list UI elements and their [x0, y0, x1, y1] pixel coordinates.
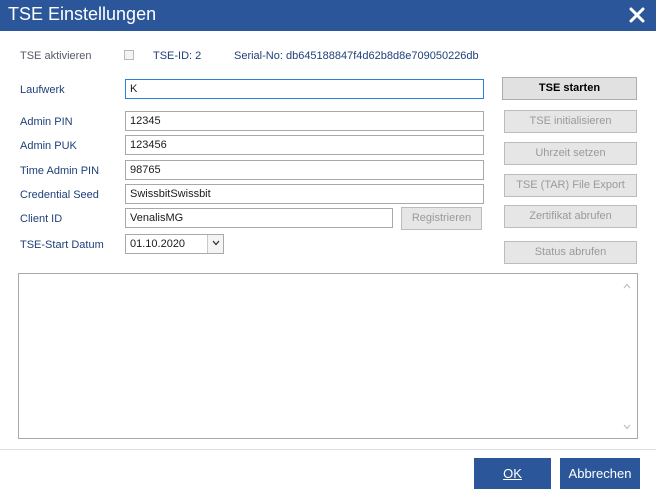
set-time-button[interactable]: Uhrzeit setzen [504, 142, 637, 165]
close-icon[interactable] [626, 4, 648, 26]
admin-pin-field[interactable]: 12345 [125, 111, 484, 131]
admin-puk-label: Admin PUK [20, 140, 77, 152]
tar-export-button[interactable]: TSE (TAR) File Export [504, 174, 637, 197]
scroll-up-icon[interactable] [623, 280, 631, 292]
footer-divider [0, 449, 656, 450]
log-textarea[interactable] [18, 273, 638, 439]
tse-id-text: TSE-ID: 2 [153, 50, 202, 62]
tse-init-button[interactable]: TSE initialisieren [504, 110, 637, 133]
scroll-down-icon[interactable] [623, 421, 631, 433]
chevron-down-icon[interactable] [207, 235, 223, 253]
admin-puk-field[interactable]: 123456 [125, 135, 484, 155]
credential-seed-field[interactable]: SwissbitSwissbit [125, 184, 484, 204]
client-id-field[interactable]: VenalisMG [125, 208, 393, 228]
certificate-button[interactable]: Zertifikat abrufen [504, 205, 637, 228]
cancel-button[interactable]: Abbrechen [560, 458, 640, 489]
client-id-label: Client ID [20, 213, 63, 225]
start-date-picker[interactable]: 01.10.2020 [125, 234, 224, 254]
admin-pin-label: Admin PIN [20, 116, 73, 128]
laufwerk-field[interactable]: K [125, 79, 484, 99]
laufwerk-label: Laufwerk [20, 84, 65, 96]
activate-label: TSE aktivieren [20, 50, 92, 62]
time-admin-pin-label: Time Admin PIN [20, 165, 100, 177]
start-date-label: TSE-Start Datum [20, 239, 104, 251]
serial-number-text: Serial-No: db645188847f4d62b8d8e70905022… [234, 50, 479, 62]
credential-seed-label: Credential Seed [20, 189, 99, 201]
window-title: TSE Einstellungen [8, 4, 157, 24]
ok-label: OK [503, 466, 522, 481]
start-date-value: 01.10.2020 [130, 238, 186, 250]
tse-start-button[interactable]: TSE starten [502, 77, 637, 100]
activate-checkbox[interactable] [124, 50, 134, 60]
register-button[interactable]: Registrieren [401, 207, 482, 230]
title-bar: TSE Einstellungen [0, 0, 656, 31]
ok-button[interactable]: OK [474, 458, 551, 489]
time-admin-pin-field[interactable]: 98765 [125, 160, 484, 180]
status-button[interactable]: Status abrufen [504, 241, 637, 264]
